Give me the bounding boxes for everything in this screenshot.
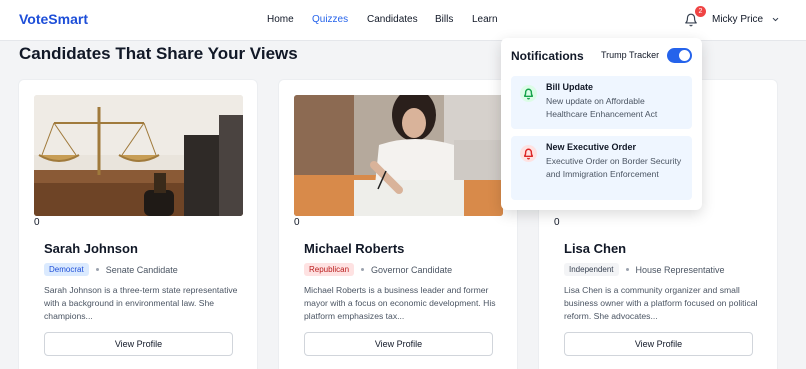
candidate-description: Michael Roberts is a business leader and… — [304, 285, 496, 321]
trump-tracker-label: Trump Tracker — [601, 50, 660, 60]
trump-tracker-toggle[interactable] — [667, 48, 692, 63]
bell-icon — [520, 85, 537, 102]
separator-dot — [95, 268, 99, 271]
top-navigation-bar: VoteSmart Home Quizzes Candidates Bills … — [0, 0, 806, 41]
candidate-role: Senate Candidate — [105, 264, 178, 275]
notification-text: New update on Affordable Healthcare Enha… — [546, 96, 658, 119]
toggle-knob — [679, 50, 690, 61]
candidate-name: Lisa Chen — [564, 241, 627, 256]
notification-item[interactable]: New Executive Order Executive Order on B… — [511, 136, 692, 200]
candidate-role: Governor Candidate — [371, 264, 453, 275]
notification-text: Executive Order on Border Security and I… — [546, 156, 682, 179]
main-nav: Home Quizzes Candidates Bills Learn — [267, 14, 512, 25]
party-badge: Democrat — [44, 263, 89, 276]
separator-dot — [625, 268, 629, 271]
match-score: 0 — [554, 217, 560, 228]
candidate-name: Michael Roberts — [304, 241, 405, 256]
notification-count-badge: 2 — [695, 6, 706, 17]
view-profile-button[interactable]: View Profile — [304, 332, 493, 356]
candidate-card: 0 Sarah Johnson Democrat Senate Candidat… — [18, 79, 258, 369]
match-score: 0 — [294, 217, 300, 228]
notification-item[interactable]: Bill Update New update on Affordable Hea… — [511, 76, 692, 129]
nav-item-bills[interactable]: Bills — [435, 14, 472, 25]
candidate-meta: Republican Governor Candidate — [304, 263, 452, 276]
chevron-down-icon — [772, 17, 779, 22]
bell-icon — [520, 145, 537, 162]
nav-item-quizzes[interactable]: Quizzes — [312, 14, 367, 25]
brand-logo[interactable]: VoteSmart — [19, 11, 88, 27]
user-name: Micky Price — [712, 14, 764, 25]
user-menu[interactable]: Micky Price — [712, 14, 780, 25]
view-profile-button[interactable]: View Profile — [44, 332, 233, 356]
separator-dot — [361, 268, 365, 271]
page-title: Candidates That Share Your Views — [19, 44, 298, 63]
match-score: 0 — [34, 217, 40, 228]
candidate-meta: Independent House Representative — [564, 263, 725, 276]
view-profile-button[interactable]: View Profile — [564, 332, 753, 356]
candidate-meta: Democrat Senate Candidate — [44, 263, 178, 276]
nav-item-home[interactable]: Home — [267, 14, 312, 25]
candidate-photo — [34, 95, 243, 216]
candidate-description: Lisa Chen is a community organizer and s… — [564, 285, 758, 321]
party-badge: Independent — [564, 263, 619, 276]
nav-item-candidates[interactable]: Candidates — [367, 14, 435, 25]
notification-title: New Executive Order — [546, 142, 637, 152]
candidate-role: House Representative — [635, 264, 725, 275]
candidate-card: 0 Michael Roberts Republican Governor Ca… — [278, 79, 518, 369]
party-badge: Republican — [304, 263, 355, 276]
person-writing-photo — [294, 95, 503, 216]
nav-item-learn[interactable]: Learn — [472, 14, 512, 25]
notifications-title: Notifications — [511, 49, 584, 63]
notification-title: Bill Update — [546, 82, 594, 92]
candidate-photo — [294, 95, 503, 216]
candidate-description: Sarah Johnson is a three-term state repr… — [44, 285, 238, 321]
scales-of-justice-photo — [34, 95, 243, 216]
notifications-panel: Notifications Trump Tracker Bill Update … — [501, 38, 702, 210]
candidate-name: Sarah Johnson — [44, 241, 138, 256]
